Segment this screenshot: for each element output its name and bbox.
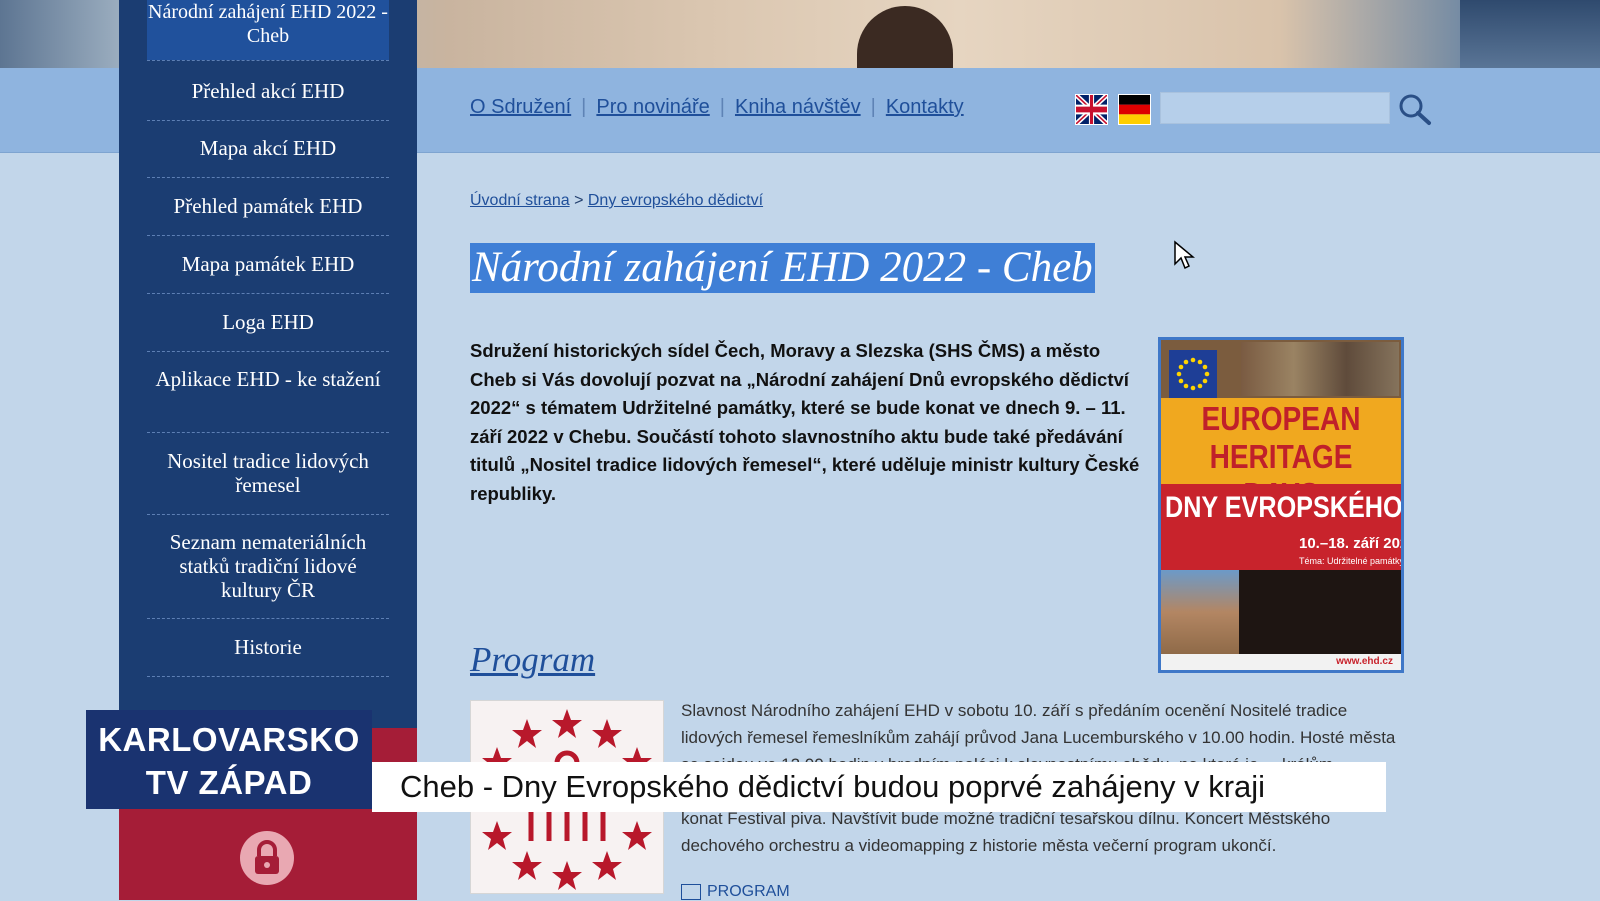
lock-icon — [240, 831, 294, 885]
tv-logo-line2: TV ZÁPAD — [145, 764, 313, 801]
nav-link-pro-novinare[interactable]: Pro novináře — [596, 96, 709, 118]
program-download-link[interactable]: PROGRAM — [681, 883, 790, 901]
sidebar-divider — [147, 676, 389, 677]
sidebar-divider — [147, 235, 389, 236]
sidebar-item-prehled-akci[interactable]: Přehled akcí EHD — [147, 79, 389, 103]
news-ticker-caption: Cheb - Dny Evropského dědictví budou pop… — [372, 762, 1386, 812]
ehd-poster-image[interactable]: EUROPEAN HERITAGE DAYS DNY EVROPSKÉHO DĚ… — [1158, 337, 1404, 673]
sidebar-item-seznam-statku[interactable]: Seznam nemateriálních statků tradiční li… — [147, 530, 389, 602]
intro-paragraph: Sdružení historických sídel Čech, Moravy… — [470, 340, 1140, 504]
program-link-label: PROGRAM — [707, 883, 790, 900]
poster-text-block — [1239, 570, 1401, 654]
tv-logo-line1: KARLOVARSKO — [98, 721, 360, 758]
sidebar-item-historie[interactable]: Historie — [147, 635, 389, 659]
sidebar-divider — [147, 432, 389, 433]
nav-separator: | — [581, 96, 587, 118]
de-flag-icon[interactable] — [1118, 94, 1151, 125]
eu-stars-logo-icon — [1169, 350, 1217, 398]
uk-flag-icon[interactable] — [1075, 94, 1108, 125]
poster-title-cz: DNY EVROPSKÉHO DĚDICTVÍ — [1165, 491, 1403, 524]
poster-url: www.ehd.cz — [1336, 656, 1393, 667]
sidebar-divider — [147, 60, 389, 61]
nav-link-o-sdruzeni[interactable]: O Sdružení — [470, 96, 571, 118]
sidebar-item-mapa-pamatek[interactable]: Mapa památek EHD — [147, 252, 389, 276]
poster-photo-church — [1241, 342, 1399, 396]
sidebar-divider — [147, 618, 389, 619]
sidebar-divider — [147, 120, 389, 121]
poster-photo-town — [1161, 570, 1239, 654]
sidebar-item-prehled-pamatek[interactable]: Přehled památek EHD — [147, 194, 389, 218]
nav-link-kniha-navstev[interactable]: Kniha návštěv — [735, 96, 861, 118]
breadcrumb-home-link[interactable]: Úvodní strana — [470, 192, 570, 209]
sidebar-divider — [147, 293, 389, 294]
sidebar-divider — [147, 351, 389, 352]
sidebar-item-mapa-akci[interactable]: Mapa akcí EHD — [147, 136, 389, 160]
breadcrumb-separator: > — [574, 192, 584, 209]
breadcrumb: Úvodní strana > Dny evropského dědictví — [470, 192, 763, 210]
sidebar-item-active[interactable]: Národní zahájení EHD 2022 - Cheb — [147, 0, 389, 60]
nav-link-kontakty[interactable]: Kontakty — [886, 96, 964, 118]
sidebar-item-nositel-tradice[interactable]: Nositel tradice lidových řemesel — [147, 449, 389, 497]
tv-channel-logo: KARLOVARSKO TV ZÁPAD — [86, 710, 372, 809]
banner-photo-tree — [1460, 0, 1600, 68]
sidebar-item-aplikace[interactable]: Aplikace EHD - ke stažení — [147, 367, 389, 391]
sidebar-divider — [147, 514, 389, 515]
search-icon[interactable] — [1397, 92, 1433, 126]
sidebar-item-label: Národní zahájení EHD 2022 - Cheb — [148, 1, 388, 47]
page-title: Národní zahájení EHD 2022 - Cheb — [470, 243, 1095, 293]
sidebar-divider — [147, 177, 389, 178]
search-input[interactable] — [1160, 92, 1390, 124]
sidebar-item-loga[interactable]: Loga EHD — [147, 310, 389, 334]
mouse-cursor-icon — [1173, 240, 1196, 270]
program-heading-link[interactable]: Program — [470, 640, 595, 680]
breadcrumb-current-link[interactable]: Dny evropského dědictví — [588, 192, 763, 209]
poster-dates: 10.–18. září 2022 — [1299, 535, 1401, 552]
nav-separator: | — [870, 96, 876, 118]
top-nav-links: O Sdružení | Pro novináře | Kniha návštěv | Ko… — [470, 96, 964, 119]
poster-theme: Téma: Udržitelné památky — [1299, 556, 1404, 566]
document-icon — [681, 883, 701, 900]
nav-separator: | — [719, 96, 725, 118]
